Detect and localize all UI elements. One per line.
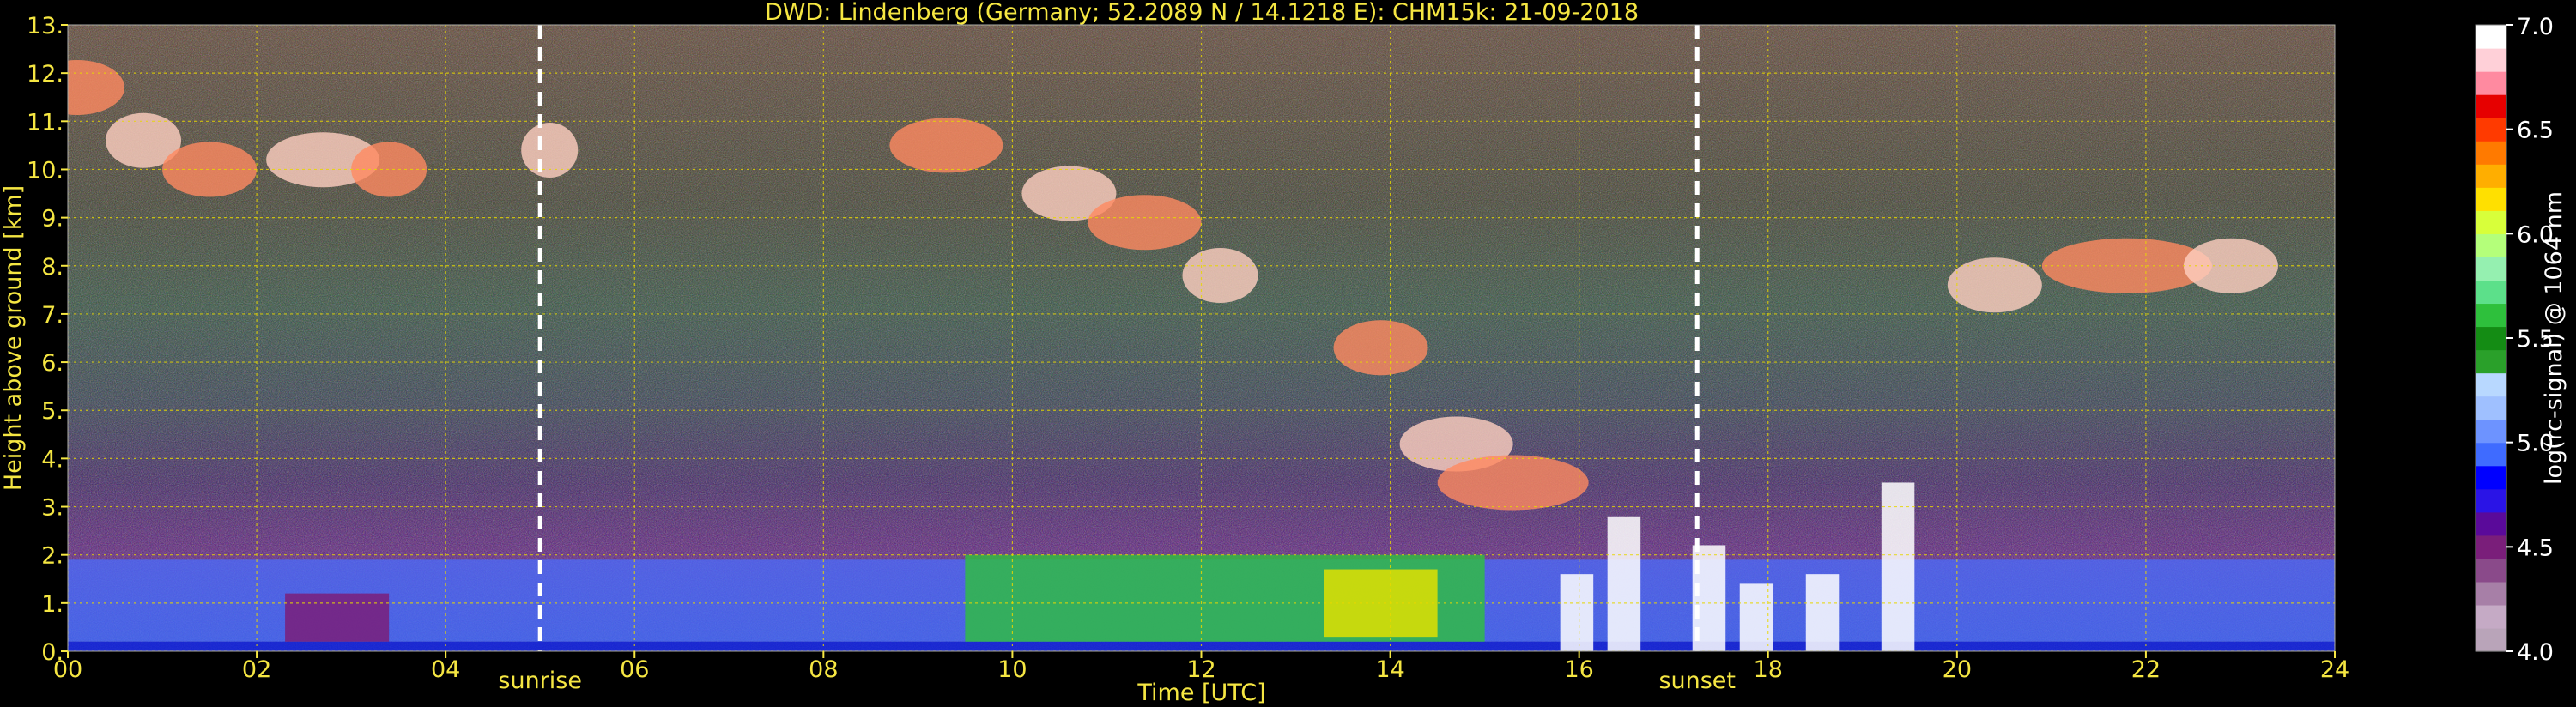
- y-tick-label: 4.: [41, 446, 64, 473]
- low-signal-patch: [285, 593, 390, 642]
- y-tick-label: 8.: [41, 254, 64, 281]
- cloud-streak: [889, 118, 1003, 173]
- colorbar-segment: [2476, 48, 2506, 72]
- x-tick-label: 24: [2320, 656, 2349, 683]
- colorbar-segment: [2476, 141, 2506, 165]
- y-tick-label: 3.: [41, 495, 64, 522]
- y-tick-label: 0.: [41, 639, 64, 666]
- y-axis-label: Height above ground [km]: [0, 185, 27, 491]
- ceilometer-chart: DWD: Lindenberg (Germany; 52.2089 N / 14…: [0, 0, 2567, 706]
- x-tick-label: 02: [242, 656, 271, 683]
- y-tick-label: 12.: [27, 61, 64, 88]
- plot-area: [68, 25, 2335, 651]
- colorbar-tick-label: 4.0: [2517, 639, 2554, 666]
- y-tick-label: 9.: [41, 206, 64, 233]
- sunset-label: sunset: [1658, 668, 1736, 694]
- colorbar-segment: [2476, 94, 2506, 118]
- y-tick-label: 7.: [41, 302, 64, 329]
- colorbar-segment: [2476, 558, 2506, 583]
- x-tick-label: 16: [1564, 656, 1593, 683]
- colorbar-segment: [2476, 71, 2506, 95]
- cloud-streak: [1088, 195, 1202, 251]
- colorbar-segment: [2476, 465, 2506, 490]
- colorbar-label: log(rc-signal) @ 1064 nm: [2541, 191, 2567, 485]
- y-tick-label: 2.: [41, 543, 64, 570]
- x-tick-label: 06: [620, 656, 649, 683]
- x-tick-label: 08: [809, 656, 838, 683]
- colorbar-segment: [2476, 535, 2506, 559]
- y-axis-ticks: 0. 1. 2. 3. 4. 5. 6. 7. 8. 9. 10. 11. 12. 13.: [27, 13, 68, 666]
- colorbar-segment: [2476, 627, 2506, 652]
- colorbar-segment: [2476, 118, 2506, 142]
- colorbar-tick-label: 6.5: [2517, 118, 2554, 144]
- x-tick-label: 04: [431, 656, 460, 683]
- colorbar-segment: [2476, 442, 2506, 467]
- colorbar-segment: [2476, 396, 2506, 420]
- y-tick-label: 10.: [27, 157, 64, 184]
- cloud-streak: [2183, 238, 2278, 293]
- y-tick-label: 6.: [41, 350, 64, 377]
- colorbar-segment: [2476, 164, 2506, 188]
- sunrise-label: sunrise: [498, 668, 582, 694]
- chart-title: DWD: Lindenberg (Germany; 52.2089 N / 14…: [765, 0, 1639, 26]
- cloud-column: [1560, 574, 1594, 651]
- colorbar-segment: [2476, 303, 2506, 328]
- y-tick-label: 13.: [27, 13, 64, 39]
- colorbar-segment: [2476, 604, 2506, 629]
- cloud-column: [1881, 482, 1915, 651]
- colorbar-segment: [2476, 419, 2506, 444]
- x-tick-label: 18: [1754, 656, 1783, 683]
- cloud-streak: [1333, 320, 1428, 376]
- colorbar-segment: [2476, 581, 2506, 606]
- colorbar-segment: [2476, 488, 2506, 513]
- x-tick-label: 14: [1375, 656, 1404, 683]
- cloud-streak: [1437, 455, 1589, 511]
- colorbar-segment: [2476, 257, 2506, 281]
- colorbar-segment: [2476, 326, 2506, 351]
- colorbar-tick-label: 7.0: [2517, 14, 2554, 40]
- x-tick-label: 20: [1943, 656, 1972, 683]
- y-tick-label: 1.: [41, 591, 64, 618]
- colorbar-segment: [2476, 349, 2506, 374]
- colorbar-segment: [2476, 187, 2506, 211]
- x-tick-label: 10: [997, 656, 1027, 683]
- y-tick-label: 5.: [41, 398, 64, 425]
- colorbar-segment: [2476, 25, 2506, 49]
- colorbar-segment: [2476, 372, 2506, 397]
- y-tick-label: 11.: [27, 109, 64, 136]
- cloud-column: [1805, 574, 1840, 651]
- x-tick-label: 22: [2131, 656, 2161, 683]
- colorbar-segment: [2476, 210, 2506, 234]
- cloud-column: [1607, 516, 1641, 651]
- colorbar-segment: [2476, 233, 2506, 257]
- colorbar-segment: [2476, 511, 2506, 536]
- x-axis-ticks: 00 02 04 06 08 10 12 14 16 18 20 22 24: [53, 651, 2349, 683]
- x-axis-label: Time [UTC]: [1136, 680, 1265, 706]
- cloud-column: [1739, 583, 1773, 651]
- colorbar-tick-label: 4.5: [2517, 535, 2554, 561]
- colorbar-segment: [2476, 280, 2506, 305]
- cloud-streak: [1182, 248, 1258, 303]
